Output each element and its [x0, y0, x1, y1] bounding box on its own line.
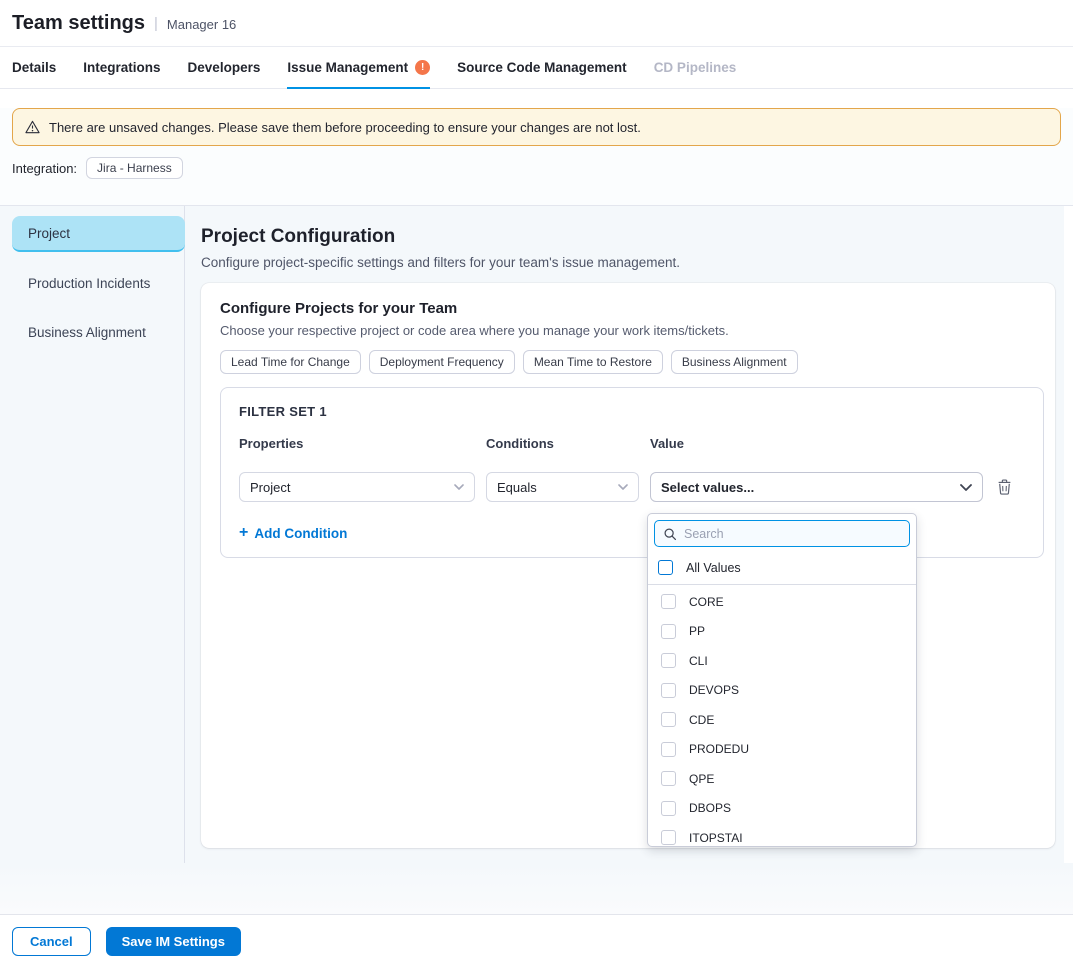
checkbox[interactable]	[661, 801, 676, 816]
option-itopstai[interactable]: ITOPSTAI	[648, 823, 916, 847]
tab-source-code-management[interactable]: Source Code Management	[457, 47, 627, 89]
dropdown-search	[654, 520, 910, 547]
properties-label: Properties	[239, 436, 475, 451]
checkbox[interactable]	[661, 830, 676, 845]
tab-developers[interactable]: Developers	[188, 47, 261, 89]
chevron-down-icon	[960, 484, 972, 491]
value-label: Value	[650, 436, 983, 451]
tab-details[interactable]: Details	[12, 47, 56, 89]
sidebar-item-production-incidents[interactable]: Production Incidents	[12, 265, 185, 301]
properties-select[interactable]: Project	[239, 472, 475, 502]
all-values-checkbox[interactable]	[658, 560, 673, 575]
tab-integrations[interactable]: Integrations	[83, 47, 160, 89]
option-core[interactable]: CORE	[648, 587, 916, 617]
chevron-down-icon	[618, 484, 628, 490]
card-subtitle: Choose your respective project or code a…	[220, 323, 1044, 338]
chip-lead-time-for-change[interactable]: Lead Time for Change	[220, 350, 361, 374]
dropdown-options: CORE PP CLI	[648, 585, 916, 847]
integration-chip[interactable]: Jira - Harness	[86, 157, 183, 179]
checkbox[interactable]	[661, 624, 676, 639]
bottom-strip	[0, 863, 1073, 914]
page-subtitle: Manager 16	[167, 15, 236, 32]
banner-text: There are unsaved changes. Please save t…	[49, 120, 641, 135]
sidebar-item-project[interactable]: Project	[12, 216, 185, 252]
search-icon	[663, 527, 677, 541]
option-cli[interactable]: CLI	[648, 646, 916, 676]
metric-chips: Lead Time for Change Deployment Frequenc…	[220, 350, 1044, 374]
conditions-label: Conditions	[486, 436, 639, 451]
option-dbops[interactable]: DBOPS	[648, 794, 916, 824]
search-input[interactable]	[684, 527, 901, 541]
content-area: Project Production Incidents Business Al…	[0, 206, 1064, 863]
checkbox[interactable]	[661, 712, 676, 727]
warning-triangle-icon	[25, 120, 40, 134]
option-prodedu[interactable]: PRODEDU	[648, 735, 916, 765]
cancel-button[interactable]: Cancel	[12, 927, 91, 956]
value-dropdown: All Values CORE PP	[647, 513, 917, 847]
filter-condition-row: Project Equals Select values...	[239, 472, 1025, 502]
value-select[interactable]: Select values...	[650, 472, 983, 502]
main-panel: Project Configuration Configure project-…	[185, 206, 1064, 863]
filter-set-title: FILTER SET 1	[239, 404, 1025, 419]
page-title: Team settings	[12, 12, 145, 35]
select-all-option[interactable]: All Values	[648, 553, 916, 584]
filter-column-labels: Properties Conditions Value	[239, 436, 1025, 451]
unsaved-changes-banner: There are unsaved changes. Please save t…	[12, 108, 1061, 146]
option-qpe[interactable]: QPE	[648, 764, 916, 794]
option-pp[interactable]: PP	[648, 617, 916, 647]
settings-sidebar: Project Production Incidents Business Al…	[0, 206, 185, 863]
option-devops[interactable]: DEVOPS	[648, 676, 916, 706]
plus-icon: +	[239, 525, 248, 541]
chevron-down-icon	[454, 484, 464, 490]
value-select-wrapper: Select values...	[650, 472, 983, 502]
sidebar-item-business-alignment[interactable]: Business Alignment	[12, 314, 185, 350]
tab-issue-management[interactable]: Issue Management !	[287, 47, 430, 89]
add-condition-button[interactable]: + Add Condition	[239, 525, 347, 541]
filter-set-1: FILTER SET 1 Properties Conditions Value…	[220, 387, 1044, 558]
title-separator: |	[154, 15, 158, 32]
alert-badge-icon: !	[415, 60, 430, 75]
tab-cd-pipelines: CD Pipelines	[654, 47, 737, 89]
upper-strip: There are unsaved changes. Please save t…	[0, 108, 1073, 206]
section-title: Project Configuration	[201, 226, 1055, 248]
save-im-settings-button[interactable]: Save IM Settings	[106, 927, 241, 956]
card-title: Configure Projects for your Team	[220, 300, 1044, 317]
checkbox[interactable]	[661, 771, 676, 786]
tab-bar: Details Integrations Developers Issue Ma…	[0, 47, 1073, 89]
conditions-select[interactable]: Equals	[486, 472, 639, 502]
integration-row: Integration: Jira - Harness	[12, 157, 1061, 179]
page-header: Team settings | Manager 16	[0, 0, 1073, 47]
option-cde[interactable]: CDE	[648, 705, 916, 735]
chip-mean-time-to-restore[interactable]: Mean Time to Restore	[523, 350, 663, 374]
footer-actions: Cancel Save IM Settings	[0, 914, 1073, 967]
configure-projects-card: Configure Projects for your Team Choose …	[201, 283, 1055, 848]
chip-business-alignment[interactable]: Business Alignment	[671, 350, 798, 374]
section-subtitle: Configure project-specific settings and …	[201, 255, 1055, 270]
checkbox[interactable]	[661, 742, 676, 757]
chip-deployment-frequency[interactable]: Deployment Frequency	[369, 350, 515, 374]
trash-icon	[997, 479, 1012, 495]
checkbox[interactable]	[661, 594, 676, 609]
integration-label: Integration:	[12, 161, 77, 176]
checkbox[interactable]	[661, 683, 676, 698]
delete-condition-button[interactable]	[994, 479, 1014, 495]
checkbox[interactable]	[661, 653, 676, 668]
